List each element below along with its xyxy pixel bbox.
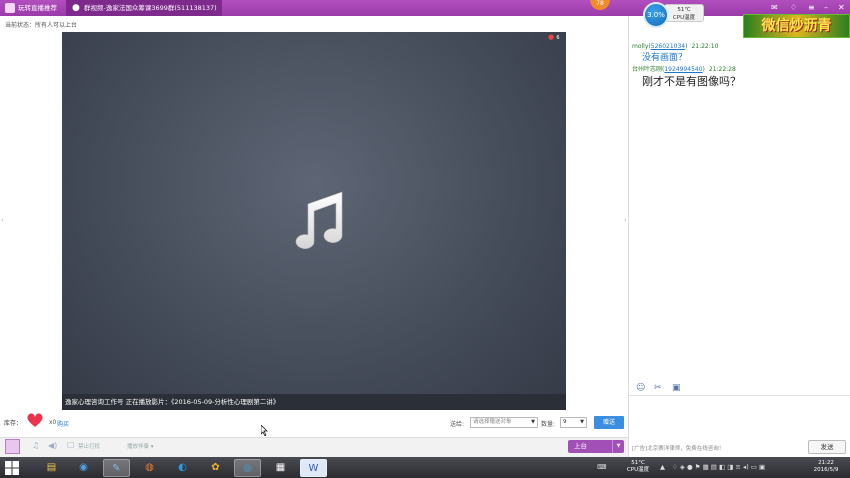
message-user[interactable]: molly( <box>632 43 651 50</box>
message-user-id[interactable]: 526021034 <box>651 43 685 50</box>
collapse-right-icon[interactable]: › <box>624 216 627 224</box>
message-header: molly(526021034) 21:22:10 <box>632 42 847 51</box>
paint-icon[interactable]: ✎ <box>103 459 130 477</box>
chat-input-area[interactable] <box>629 395 850 396</box>
clock[interactable]: 21:22 2016/5/9 <box>808 460 844 474</box>
speaker-icon[interactable]: ◀) <box>48 441 58 451</box>
minimize-icon[interactable]: – <box>824 3 828 12</box>
send-gift-button[interactable]: 赠送 <box>594 416 624 429</box>
file-explorer-icon[interactable]: ▤ <box>38 459 65 477</box>
mic-icon[interactable]: ♫ <box>32 441 42 451</box>
cpu-temp-box: 51℃ CPU温度 <box>664 4 704 22</box>
gift-stock-label: 库存： <box>4 420 23 427</box>
firefox-icon[interactable]: ◍ <box>136 459 163 477</box>
tab-live-label: 玩转直播推荐 <box>18 4 57 12</box>
message-user-id[interactable]: 1924994540 <box>664 66 702 73</box>
tab-group-video[interactable]: ● 群视频-逸家法国众筹课3699群(511138137) <box>66 0 222 16</box>
mouse-cursor-icon <box>261 425 268 436</box>
message-user-close: ) <box>702 66 705 73</box>
live-icon <box>5 3 15 13</box>
message-user[interactable]: 台州叶志刚( <box>632 66 664 73</box>
location-pin-icon: ● <box>72 3 80 13</box>
viewer-count-value: 6 <box>556 35 560 41</box>
tray-app-icons[interactable]: ♢ ◈ ● ⚑ ▦ ▤ ◧ ◨ ≡ ◂) ▭ ▣ <box>672 463 765 471</box>
panel-divider <box>628 16 629 457</box>
close-icon[interactable]: ✕ <box>838 3 845 12</box>
message-time: 21:22:10 <box>691 43 719 50</box>
browser-icon[interactable]: ◉ <box>70 459 97 477</box>
clock-date: 2016/5/9 <box>813 467 839 473</box>
cpu-temp-label: CPU温度 <box>672 15 696 21</box>
emoji-icon[interactable]: ☺ <box>636 383 645 393</box>
cpu-temp-value: 51℃ <box>677 7 691 13</box>
image-icon[interactable]: ▣ <box>672 383 681 393</box>
chevron-down-icon[interactable]: ▼ <box>612 440 624 453</box>
word-app-icon[interactable]: W <box>300 459 327 477</box>
go-on-stage-label: 上台 <box>574 442 587 450</box>
yy-app-icon[interactable]: ✿ <box>202 459 229 477</box>
tray-expand-icon[interactable]: ▲ <box>660 463 665 471</box>
send-to-label: 送给: <box>450 421 465 428</box>
viewer-count: ● 6 <box>548 33 560 41</box>
gift-icon[interactable]: ♢ <box>790 3 797 12</box>
viewer-icon: ● <box>548 33 555 41</box>
message-text: 刚才不是有图像吗？ <box>642 75 741 88</box>
promo-banner[interactable]: 微信炒沥青 <box>743 14 850 38</box>
tray-temp-value: 51°C <box>631 460 645 466</box>
message-text: 没有画面？ <box>642 53 688 63</box>
quantity-select[interactable]: 9 <box>560 417 587 428</box>
chat-app-icon[interactable]: ◐ <box>169 459 196 477</box>
mail-app-icon[interactable]: ▦ <box>267 459 294 477</box>
tray-temp-label: CPU温度 <box>626 467 650 473</box>
message-time: 21:22:28 <box>708 66 736 73</box>
playback-caption: 逸家心理咨询工作号 正在播放影片：《2016-05-09-分析性心理剧第二讲》 <box>62 394 566 410</box>
tab-live-recommend[interactable]: 玩转直播推荐 <box>2 0 66 16</box>
promo-text: 微信炒沥青 <box>761 18 832 34</box>
message-header: 台州叶志刚(1924994540) 21:22:28 <box>632 65 847 74</box>
ad-text[interactable]: [广告]北京赛洋律师，免费在线咨询！ <box>632 444 724 452</box>
message-user-close: ) <box>685 43 688 50</box>
play-accompaniment-dropdown[interactable]: 播放伴奏 ▾ <box>127 442 154 450</box>
send-button[interactable]: 发送 <box>808 440 846 454</box>
menu-icon[interactable]: ≡ <box>808 3 815 12</box>
quantity-label: 数量: <box>541 421 556 428</box>
go-on-stage-button[interactable]: 上台 ▼ <box>568 440 624 453</box>
avatar[interactable] <box>5 439 20 454</box>
current-status: 当前状态：所有人可以上台 <box>5 22 78 29</box>
windows-start-icon[interactable] <box>4 460 20 476</box>
keyboard-icon[interactable]: ⌨ <box>597 463 606 471</box>
qq-app-icon[interactable]: ◎ <box>234 459 261 477</box>
music-note-icon <box>295 191 343 249</box>
checkbox-icon[interactable]: ☐ <box>67 441 77 451</box>
tray-temp: 51°C CPU温度 <box>624 460 652 474</box>
cpu-usage-circle[interactable]: 3.0% <box>643 2 669 28</box>
recipient-select[interactable]: 请选择赠送对象 <box>470 417 538 428</box>
skin-icon[interactable]: ✉ <box>771 3 778 12</box>
do-not-disturb-toggle[interactable]: 禁止打扰 <box>78 442 100 450</box>
gift-count: x0 <box>49 419 57 426</box>
tab-group-label: 群视频-逸家法国众筹课3699群(511138137) <box>84 4 217 12</box>
heart-gift-icon[interactable] <box>26 411 44 429</box>
scissors-icon[interactable]: ✂ <box>654 383 662 393</box>
collapse-left-icon[interactable]: ‹ <box>1 216 4 224</box>
chat-messages: molly(526021034) 21:22:10 没有画面？ 台州叶志刚(192… <box>632 42 847 90</box>
clock-time: 21:22 <box>818 460 834 466</box>
buy-gift-link[interactable]: 购买 <box>57 419 69 428</box>
